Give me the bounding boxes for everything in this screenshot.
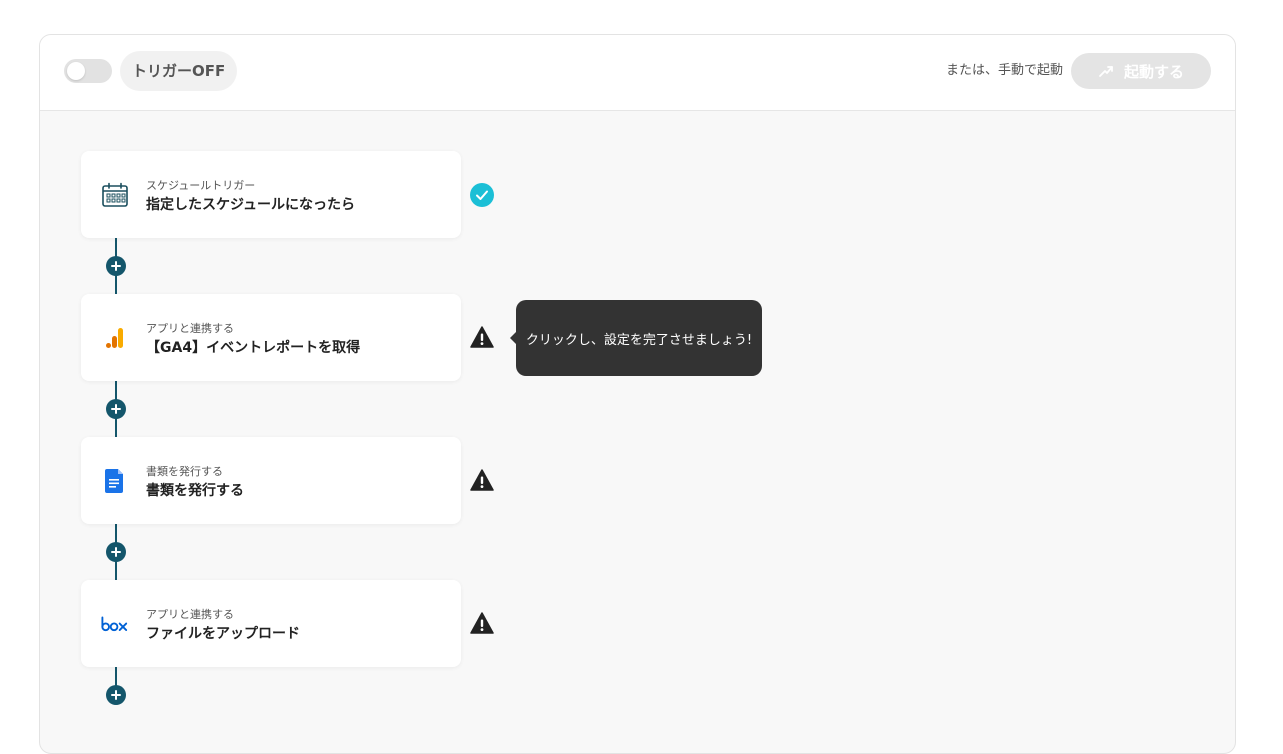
plus-icon <box>111 404 121 414</box>
warning-icon <box>469 610 495 636</box>
step-subtitle: 書類を発行する <box>146 465 223 478</box>
add-step-button[interactable] <box>106 256 126 276</box>
add-step-button[interactable] <box>106 399 126 419</box>
step-card-issue-document[interactable]: 書類を発行する 書類を発行する <box>81 437 461 524</box>
step-title: 【GA4】イベントレポートを取得 <box>146 340 361 356</box>
setup-tooltip: クリックし、設定を完了させましょう! <box>510 300 762 376</box>
step-title: 書類を発行する <box>146 483 244 499</box>
plus-icon <box>111 547 121 557</box>
step-subtitle: アプリと連携する <box>146 322 234 335</box>
trigger-status-label: トリガーOFF <box>120 51 238 91</box>
warning-icon <box>469 467 495 493</box>
trigger-toggle[interactable] <box>64 59 112 83</box>
step-card-ga4-event-report[interactable]: アプリと連携する 【GA4】イベントレポートを取得 <box>81 294 461 381</box>
step-card-box-upload[interactable]: アプリと連携する ファイルをアップロード <box>81 580 461 667</box>
add-step-button[interactable] <box>106 685 126 705</box>
plus-icon <box>111 261 121 271</box>
manual-start-text: または、手動で起動 <box>945 63 1063 78</box>
step-card-schedule-trigger[interactable]: スケジュールトリガー 指定したスケジュールになったら <box>81 151 461 238</box>
tooltip-text: クリックし、設定を完了させましょう! <box>525 332 753 348</box>
step-subtitle: スケジュールトリガー <box>146 179 256 192</box>
google-docs-icon <box>101 467 129 495</box>
box-icon <box>101 610 129 638</box>
plus-icon <box>111 690 121 700</box>
workflow-panel: トリガーOFF または、手動で起動 起動する スケジュールトリガー 指定したスケ… <box>39 34 1236 754</box>
workflow-header: トリガーOFF または、手動で起動 起動する <box>40 35 1235 111</box>
start-button-label: 起動する <box>1123 62 1184 81</box>
warning-icon <box>469 324 495 350</box>
run-arrow-icon <box>1098 64 1114 78</box>
step-title: 指定したスケジュールになったら <box>146 197 356 213</box>
google-analytics-icon <box>101 324 129 352</box>
calendar-schedule-icon <box>101 181 129 209</box>
step-subtitle: アプリと連携する <box>146 608 234 621</box>
toggle-knob <box>67 62 85 80</box>
start-button[interactable]: 起動する <box>1071 53 1211 89</box>
step-title: ファイルをアップロード <box>146 626 300 642</box>
check-circle-icon <box>469 182 495 208</box>
add-step-button[interactable] <box>106 542 126 562</box>
tooltip-arrow <box>510 332 516 344</box>
